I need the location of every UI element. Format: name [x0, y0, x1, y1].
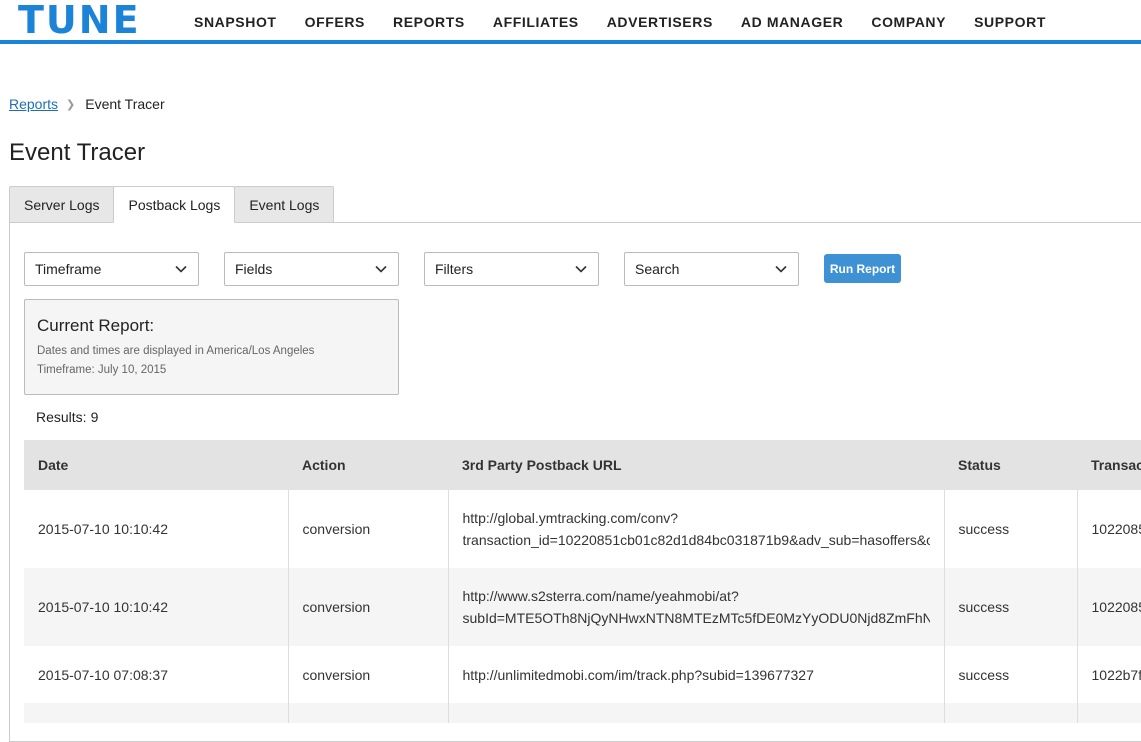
- cell-url: http://global.ymtracking.com/conv? trans…: [448, 490, 945, 568]
- chevron-right-icon: ❯: [66, 98, 76, 111]
- timezone-note: Dates and times are displayed in America…: [37, 345, 315, 357]
- cell-action: [288, 703, 449, 723]
- chevron-down-icon: [375, 265, 387, 273]
- search-label: Search: [635, 261, 680, 277]
- column-header-transaction[interactable]: Transac: [1077, 440, 1141, 490]
- postback-logs-table: Date Action 3rd Party Postback URL Statu…: [24, 440, 1141, 723]
- cell-url: http://unlimitedmobi.com/im/track.php?su…: [448, 646, 945, 703]
- cell-status: success: [944, 490, 1078, 568]
- report-controls: Timeframe Fields Filters Search: [24, 252, 824, 286]
- top-navigation-bar: TUNE SNAPSHOT OFFERS REPORTS AFFILIATES …: [0, 0, 1141, 44]
- cell-date: [24, 703, 289, 723]
- chevron-down-icon: [575, 265, 587, 273]
- current-report-box: Current Report: Dates and times are disp…: [24, 299, 399, 395]
- url-line-2: transaction_id=10220851cb01c82d1d84bc031…: [462, 532, 930, 548]
- column-header-url[interactable]: 3rd Party Postback URL: [448, 440, 944, 490]
- nav-offers[interactable]: OFFERS: [305, 14, 365, 30]
- report-tabs: Server Logs Postback Logs Event Logs: [9, 186, 335, 223]
- chevron-down-icon: [775, 265, 787, 273]
- url-line-1: http://unlimitedmobi.com/im/track.php?su…: [462, 666, 814, 683]
- main-nav: SNAPSHOT OFFERS REPORTS AFFILIATES ADVER…: [180, 14, 1060, 30]
- tab-postback-logs[interactable]: Postback Logs: [113, 186, 236, 223]
- nav-ad-manager[interactable]: AD MANAGER: [741, 14, 843, 30]
- tab-server-logs[interactable]: Server Logs: [9, 186, 115, 223]
- chevron-down-icon: [175, 265, 187, 273]
- cell-date: 2015-07-10 10:10:42: [24, 568, 289, 646]
- table-row: [24, 703, 1141, 723]
- filters-label: Filters: [435, 261, 474, 277]
- timeframe-note: Timeframe: July 10, 2015: [37, 364, 167, 376]
- results-label: Results:: [36, 409, 87, 425]
- tab-event-logs[interactable]: Event Logs: [234, 186, 335, 223]
- cell-url: http://www.s2sterra.com/name/yeahmobi/at…: [448, 568, 945, 646]
- cell-url: [448, 703, 945, 723]
- cell-status: [944, 703, 1078, 723]
- current-report-title: Current Report:: [37, 316, 155, 335]
- tune-logo[interactable]: TUNE: [18, 1, 141, 39]
- column-header-date[interactable]: Date: [24, 440, 288, 490]
- nav-snapshot[interactable]: SNAPSHOT: [194, 14, 277, 30]
- table-row: 2015-07-10 07:08:37 conversion http://un…: [24, 646, 1141, 703]
- cell-transaction: [1077, 703, 1141, 723]
- filters-dropdown[interactable]: Filters: [424, 252, 599, 286]
- cell-transaction: 1022085: [1077, 490, 1141, 568]
- page-title: Event Tracer: [9, 139, 146, 166]
- cell-transaction: 1022085: [1077, 568, 1141, 646]
- cell-date: 2015-07-10 07:08:37: [24, 646, 289, 703]
- cell-action: conversion: [288, 490, 449, 568]
- nav-support[interactable]: SUPPORT: [974, 14, 1046, 30]
- cell-transaction: 1022b7f: [1077, 646, 1141, 703]
- search-dropdown[interactable]: Search: [624, 252, 799, 286]
- timeframe-label: Timeframe: [35, 261, 102, 277]
- column-header-action[interactable]: Action: [288, 440, 448, 490]
- url-line-2: subId=MTE5OTh8NjQyNHwxNTN8MTEzMTc5fDE0Mz…: [462, 610, 930, 626]
- cell-status: success: [944, 568, 1078, 646]
- results-value: 9: [90, 409, 99, 425]
- results-count: Results: 9: [36, 409, 98, 425]
- breadcrumb-reports-link[interactable]: Reports: [9, 96, 58, 112]
- column-header-status[interactable]: Status: [944, 440, 1077, 490]
- nav-reports[interactable]: REPORTS: [393, 14, 465, 30]
- table-row: 2015-07-10 10:10:42 conversion http://gl…: [24, 490, 1141, 568]
- timeframe-dropdown[interactable]: Timeframe: [24, 252, 199, 286]
- breadcrumb-current: Event Tracer: [85, 96, 165, 112]
- nav-advertisers[interactable]: ADVERTISERS: [607, 14, 713, 30]
- table-row: 2015-07-10 10:10:42 conversion http://ww…: [24, 568, 1141, 646]
- url-line-1: http://www.s2sterra.com/name/yeahmobi/at…: [462, 588, 739, 604]
- table-header-row: Date Action 3rd Party Postback URL Statu…: [24, 440, 1141, 490]
- breadcrumb: Reports ❯ Event Tracer: [9, 96, 165, 112]
- cell-date: 2015-07-10 10:10:42: [24, 490, 289, 568]
- cell-action: conversion: [288, 646, 449, 703]
- fields-dropdown[interactable]: Fields: [224, 252, 399, 286]
- nav-company[interactable]: COMPANY: [871, 14, 946, 30]
- url-line-1: http://global.ymtracking.com/conv?: [462, 510, 679, 526]
- cell-action: conversion: [288, 568, 449, 646]
- fields-label: Fields: [235, 261, 273, 277]
- run-report-button[interactable]: Run Report: [824, 254, 901, 283]
- cell-status: success: [944, 646, 1078, 703]
- nav-affiliates[interactable]: AFFILIATES: [493, 14, 579, 30]
